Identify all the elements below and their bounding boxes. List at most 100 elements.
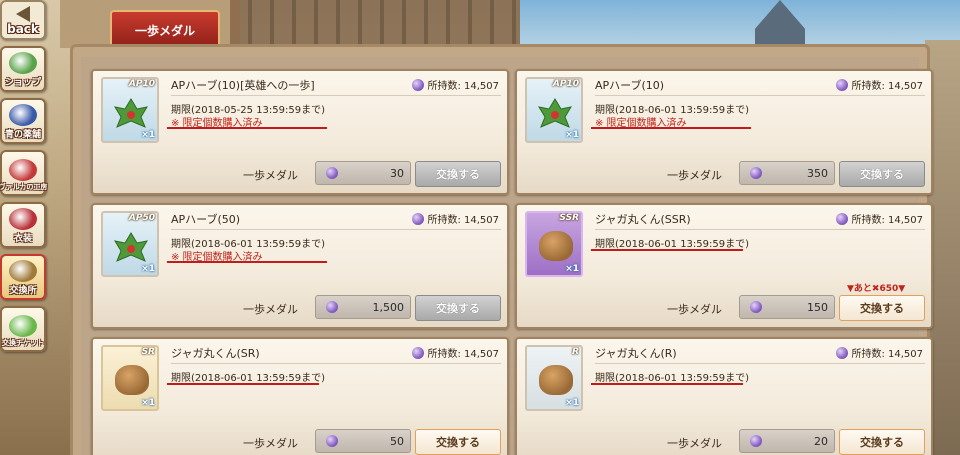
- red-underline: [167, 127, 327, 129]
- item-deadline: 期限(2018-06-01 13:59:59まで): [595, 239, 750, 250]
- owned-count-text: 所持数: 14,507: [851, 81, 923, 92]
- cost-value: 30: [390, 166, 404, 180]
- sidebar-item-label: 衣装: [13, 234, 32, 244]
- exchange-item-card: SR ×1 ジャガ丸くん(SR) 所持数: 14,507 期限(2018-06-01 1…: [91, 337, 509, 455]
- red-underline: [167, 383, 319, 385]
- shop-icon: [9, 52, 37, 74]
- sidebar-item-1[interactable]: 青の薬舗: [0, 98, 46, 144]
- herb-icon: [113, 229, 149, 265]
- item-quantity: ×1: [141, 264, 155, 274]
- cost-display: 150: [739, 295, 835, 319]
- exchange-button[interactable]: 交換する: [415, 295, 501, 321]
- item-thumbnail[interactable]: R ×1: [525, 345, 583, 411]
- item-name: ジャガ丸くん(SR): [171, 347, 260, 360]
- item-deadline: 期限(2018-06-01 13:59:59まで): [171, 373, 326, 384]
- medal-gem-icon: [412, 346, 425, 359]
- sidebar-item-label: 交換チケット: [2, 339, 44, 347]
- owned-count-text: 所持数: 14,507: [427, 215, 499, 226]
- back-label: back: [7, 22, 39, 36]
- red-underline: [591, 249, 743, 251]
- exchange-ticket-icon: [9, 315, 37, 337]
- item-quantity: ×1: [141, 398, 155, 408]
- background-building: [230, 0, 530, 48]
- exchange-button[interactable]: 交換する: [415, 429, 501, 455]
- medal-gem-icon: [326, 301, 338, 313]
- remaining-stock: ▼あと✖650▼: [847, 284, 906, 294]
- exchange-panel: AP10 ×1 APハーブ(10)[英雄への一歩] 所持数: 14,507 期限(201…: [70, 44, 933, 455]
- cost-display: 50: [315, 429, 411, 453]
- item-thumbnail[interactable]: SSR ×1: [525, 211, 583, 277]
- cost-currency-label: 一歩メダル: [243, 437, 298, 450]
- medal-gem-icon: [836, 212, 849, 225]
- item-thumbnail[interactable]: AP10 ×1: [101, 77, 159, 143]
- item-rarity-tag: AP50: [128, 213, 155, 223]
- sidebar-item-label: ショップ: [4, 78, 41, 88]
- sidebar-item-3[interactable]: 衣装: [0, 202, 46, 248]
- exchange-item-card: R ×1 ジャガ丸くん(R) 所持数: 14,507 期限(2018-06-01 13:…: [515, 337, 933, 455]
- divider: [171, 363, 501, 364]
- jagamaru-potato-icon: [539, 231, 573, 261]
- cost-display: 30: [315, 161, 411, 185]
- sidebar-item-5[interactable]: 交換チケット: [0, 306, 46, 352]
- medal-gem-icon: [412, 212, 425, 225]
- item-rarity-tag: AP10: [552, 79, 579, 89]
- herb-icon: [113, 95, 149, 131]
- item-name: APハーブ(10): [595, 79, 665, 92]
- exchange-button[interactable]: 交換する: [415, 161, 501, 187]
- sidebar-item-label: ヴァルカの工房: [0, 183, 48, 191]
- item-rarity-tag: SR: [141, 347, 155, 357]
- item-rarity-tag: AP10: [128, 79, 155, 89]
- item-name: ジャガ丸くん(R): [595, 347, 677, 360]
- tab-label: 一歩メダル: [134, 23, 195, 38]
- sidebar-item-0[interactable]: ショップ: [0, 46, 46, 92]
- cost-value: 20: [814, 434, 828, 448]
- cost-value: 50: [390, 434, 404, 448]
- divider: [595, 229, 925, 230]
- sidebar-item-label: 交換所: [9, 286, 37, 296]
- medal-gem-icon: [326, 167, 338, 179]
- cost-value: 150: [807, 300, 828, 314]
- item-thumbnail[interactable]: AP10 ×1: [525, 77, 583, 143]
- divider: [595, 363, 925, 364]
- medal-gem-icon: [836, 78, 849, 91]
- owned-count-text: 所持数: 14,507: [427, 349, 499, 360]
- cost-currency-label: 一歩メダル: [667, 303, 722, 316]
- owned-count: 所持数: 14,507: [412, 345, 499, 360]
- tab-ippo-medal[interactable]: 一歩メダル: [110, 10, 220, 48]
- cost-currency-label: 一歩メダル: [243, 169, 298, 182]
- item-quantity: ×1: [141, 130, 155, 140]
- divider: [171, 95, 501, 96]
- jagamaru-potato-icon: [115, 365, 149, 395]
- exchange-button[interactable]: 交換する: [839, 161, 925, 187]
- owned-count-text: 所持数: 14,507: [427, 81, 499, 92]
- vulcan-workshop-character-icon: [9, 159, 37, 181]
- sidebar-item-2[interactable]: ヴァルカの工房: [0, 150, 48, 196]
- exchange-item-card: AP10 ×1 APハーブ(10) 所持数: 14,507 期限(2018-06-01 …: [515, 69, 933, 195]
- herb-icon: [537, 95, 573, 131]
- exchange-item-card: AP50 ×1 APハーブ(50) 所持数: 14,507 期限(2018-06-01 …: [91, 203, 509, 329]
- owned-count: 所持数: 14,507: [836, 77, 923, 92]
- blue-shop-character-icon: [9, 104, 37, 126]
- back-arrow-icon: [16, 6, 30, 22]
- medal-gem-icon: [836, 346, 849, 359]
- cost-value: 1,500: [372, 300, 405, 314]
- back-button[interactable]: back: [0, 0, 46, 40]
- item-rarity-tag: SSR: [559, 213, 579, 223]
- item-thumbnail[interactable]: SR ×1: [101, 345, 159, 411]
- cost-currency-label: 一歩メダル: [667, 169, 722, 182]
- red-underline: [167, 261, 327, 263]
- divider: [171, 229, 501, 230]
- medal-gem-icon: [326, 435, 338, 447]
- item-deadline: 期限(2018-06-01 13:59:59まで): [595, 373, 750, 384]
- medal-gem-icon: [750, 435, 762, 447]
- item-name: APハーブ(50): [171, 213, 241, 226]
- sidebar-item-4[interactable]: 交換所: [0, 254, 46, 300]
- jagamaru-potato-icon: [539, 365, 573, 395]
- medal-gem-icon: [412, 78, 425, 91]
- exchange-item-card: SSR ×1 ジャガ丸くん(SSR) 所持数: 14,507 期限(2018-06-01…: [515, 203, 933, 329]
- exchange-button[interactable]: 交換する: [839, 429, 925, 455]
- item-thumbnail[interactable]: AP50 ×1: [101, 211, 159, 277]
- owned-count: 所持数: 14,507: [836, 345, 923, 360]
- exchange-button[interactable]: 交換する: [839, 295, 925, 321]
- sidebar: back ショップ青の薬舗ヴァルカの工房 衣装交換所交換チケット: [0, 0, 50, 455]
